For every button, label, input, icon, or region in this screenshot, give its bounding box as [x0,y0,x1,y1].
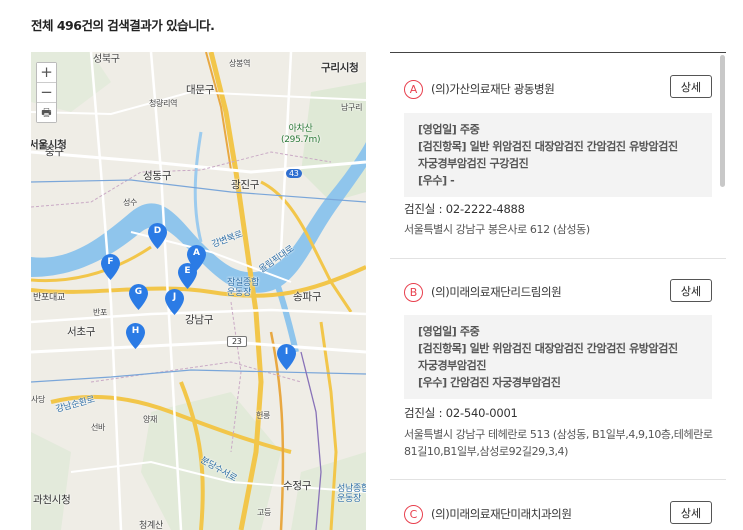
map-label-namguri: 남구리 [341,103,363,112]
map-label-sadang: 사당 [31,395,46,404]
map-label-gwangjin: 광진구 [231,179,260,191]
map-label-cheongnyangni: 청량리역 [149,99,178,108]
map-label-songpa: 송파구 [293,291,322,303]
result-item-header: C (의)미래의료재단미래치과의원 [404,502,572,526]
map-label-seocho: 서초구 [67,326,96,338]
map-label-guri: 구리시청 [321,62,359,74]
pin-label: A [193,248,200,258]
map-label-banpo: 반포 [93,308,108,317]
map-label-yangjae: 양재 [143,415,158,424]
map-label-route43: 43 [286,169,302,178]
clinic-name[interactable]: (의)미래의료재단미래치과의원 [431,506,572,522]
search-result-summary: 전체 496건의 검색결과가 있습니다. [31,18,215,33]
info-line: [우수] - [418,174,455,187]
map-label-seonbal: 선바 [91,423,106,432]
map-label-route43-text: 43 [289,169,299,178]
map-label-sangbong: 상봉역 [229,59,251,68]
zoom-out-button[interactable]: − [37,83,56,102]
info-line: [영업일] 주중 [418,123,480,136]
result-item: A (의)가산의료재단 광동병원 상세 [영업일] 주중 [검진항목] 일반 위… [390,53,726,259]
pin-label: D [153,226,162,236]
map-label-achasan-text: 아차산 (295.7m) [281,124,321,145]
clinic-phone: 검진실 : 02-2222-4888 [404,202,525,216]
detail-button[interactable]: 상세 [670,75,712,98]
pin-label: H [131,326,140,336]
map-label-cheonggye: 청계산 [139,521,163,530]
clinic-name[interactable]: (의)미래의료재단리드림의원 [431,284,562,300]
map-label-sujeong: 수정구 [283,480,312,492]
zoom-in-button[interactable]: + [37,63,56,82]
pin-label: F [107,257,114,267]
map-pin-G[interactable]: G [129,284,148,310]
result-item: C (의)미래의료재단미래치과의원 상세 [390,481,726,530]
map-label-seongdong: 성동구 [143,170,172,182]
map-label-daemungu: 대문구 [186,84,215,96]
clinic-phone: 검진실 : 02-540-0001 [404,406,518,420]
map-label-gwacheon: 과천시청 [33,494,71,506]
map-view[interactable]: 성북구 대문구 청량리역 상봉역 구리시청 남구리 아차산 (295.7m) 광… [31,52,366,530]
result-marker-badge: B [404,282,423,302]
map-label-seongnam-text: 성남종합 운동장 [337,484,366,504]
result-item: B (의)미래의료재단리드림의원 상세 [영업일] 주중 [검진항목] 일반 위… [390,260,726,480]
result-item-header: B (의)미래의료재단리드림의원 [404,280,562,304]
clinic-info-box: [영업일] 주중 [검진항목] 일반 위암검진 대장암검진 간암검진 유방암검진… [404,113,712,197]
clinic-address: 서울특별시 강남구 테헤란로 513 (삼성동, B1일부,4,9,10층,테헤… [404,428,713,458]
map-label-gangnam: 강남구 [185,314,214,326]
info-line: 자궁경부암검진 구강검진 [418,157,529,170]
print-button[interactable]: 🖶 [37,103,56,122]
map-label-jamsil-text: 잠실종합 운동장 [227,278,259,298]
map-pin-F[interactable]: F [101,254,120,280]
info-line: [검진항목] 일반 위암검진 대장암검진 간암검진 유방암검진 [418,342,678,355]
result-list[interactable]: A (의)가산의료재단 광동병원 상세 [영업일] 주중 [검진항목] 일반 위… [390,52,726,530]
result-list-scrollbar[interactable] [720,55,725,187]
pin-label: I [284,347,289,357]
map-pin-D[interactable]: D [148,223,167,249]
pin-label: G [134,287,143,297]
detail-button[interactable]: 상세 [670,501,712,524]
map-label-heolleung: 헌릉 [256,411,271,420]
map-pin-E[interactable]: E [178,263,197,289]
pin-label: E [184,266,191,276]
pin-label: J [172,292,177,302]
map-label-route23: 23 [227,336,247,347]
map-label-banpodaegyo: 반포대교 [33,293,65,303]
map-label-jung: 중구 [45,146,64,158]
map-pin-H[interactable]: H [126,323,145,349]
info-line: 자궁경부암검진 [418,359,487,372]
map-label-seongnam: 성남종합 운동장 [337,484,366,504]
map-zoom-control: + − 🖶 [36,62,57,123]
info-line: [영업일] 주중 [418,325,480,338]
detail-button[interactable]: 상세 [670,279,712,302]
info-line: [검진항목] 일반 위암검진 대장암검진 간암검진 유방암검진 [418,140,678,153]
map-pin-I[interactable]: I [277,344,296,370]
map-label-gobong: 고등 [257,508,272,517]
clinic-address: 서울특별시 강남구 봉은사로 612 (삼성동) [404,223,590,236]
result-marker-badge: C [404,504,423,524]
info-line: [우수] 간암검진 자궁경부암검진 [418,376,561,389]
clinic-name[interactable]: (의)가산의료재단 광동병원 [431,81,555,97]
result-item-header: A (의)가산의료재단 광동병원 [404,77,555,101]
map-label-jamsil: 잠실종합 운동장 [227,278,259,298]
clinic-info-box: [영업일] 주중 [검진항목] 일반 위암검진 대장암검진 간암검진 유방암검진… [404,315,712,399]
map-pin-J[interactable]: J [165,289,184,315]
map-label-seongsu: 성수 [123,198,138,207]
result-marker-badge: A [404,79,423,99]
map-label-seongbuk: 성북구 [93,54,120,65]
map-label-achasan: 아차산 (295.7m) [281,124,320,146]
